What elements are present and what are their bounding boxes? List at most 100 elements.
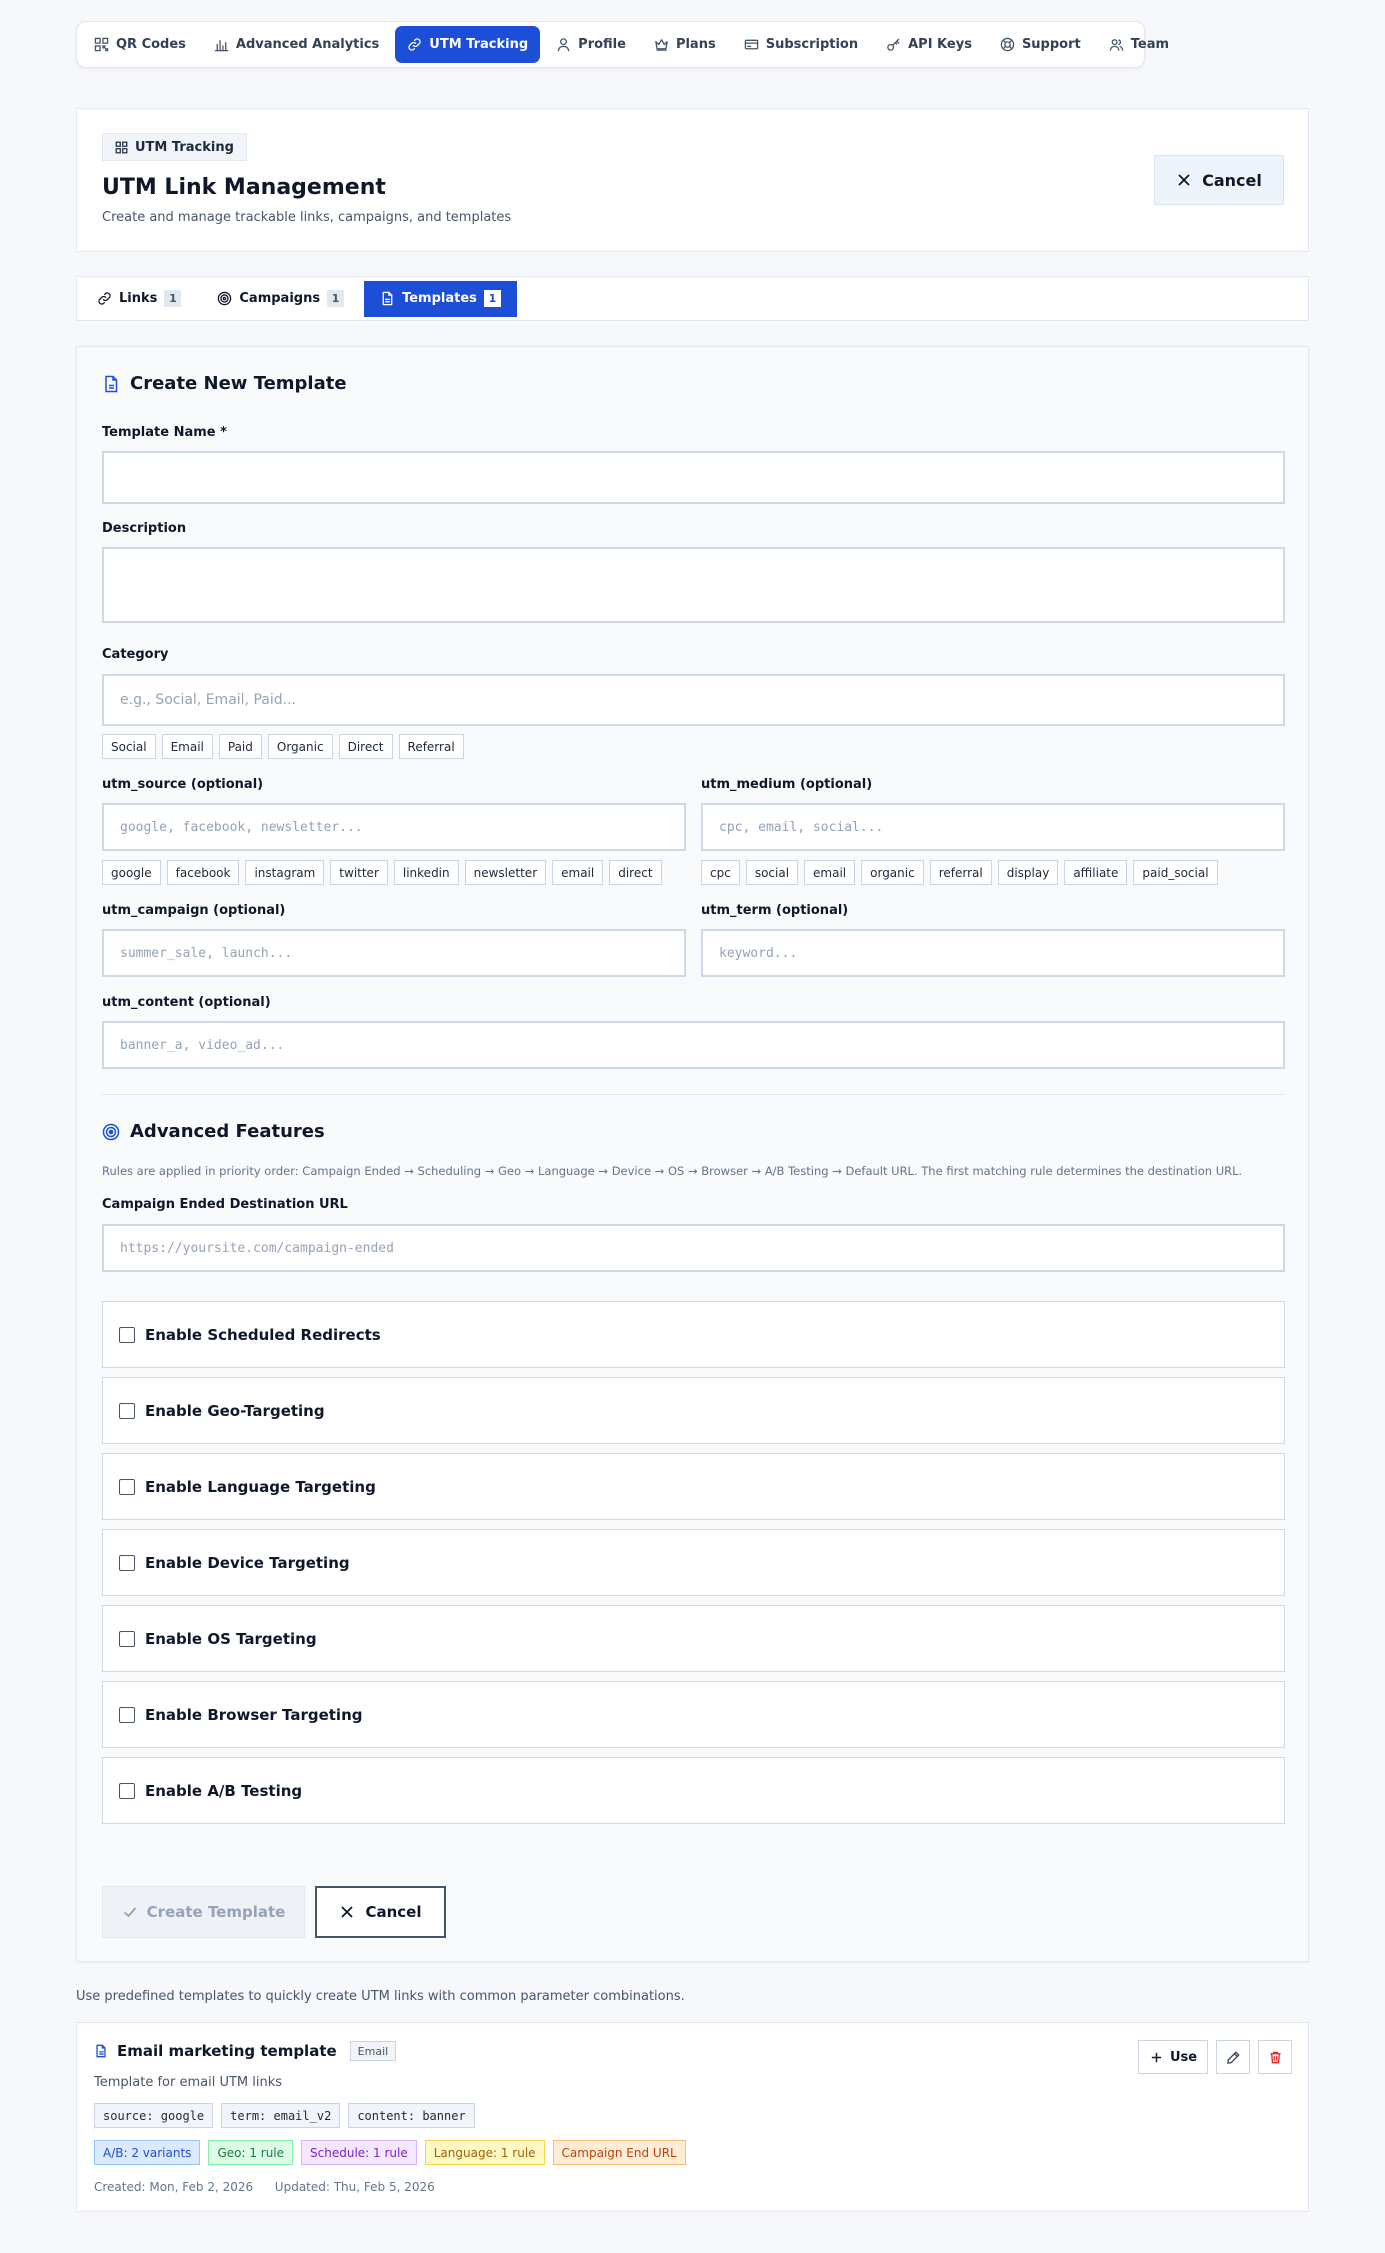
nav-utm-tracking[interactable]: UTM Tracking [395,26,541,63]
rule-badge: Campaign End URL [552,2140,686,2165]
utm-source-option-instagram[interactable]: instagram [245,860,325,885]
feature-label: Enable Scheduled Redirects [145,1325,381,1344]
nav-label: Profile [578,37,626,52]
bar-chart-icon [214,40,229,52]
nav-label: Advanced Analytics [235,37,380,52]
utm-source-option-twitter[interactable]: twitter [330,860,388,885]
nav-support[interactable]: Support [988,26,1093,63]
checkbox[interactable] [119,1402,135,1419]
utm-source-option-google[interactable]: google [102,860,161,885]
category-option-Social[interactable]: Social [102,734,156,759]
create-template-button[interactable]: Create Template [102,1886,305,1938]
tab-label: Templates [402,291,477,306]
templates-info-text: Use predefined templates to quickly crea… [76,1989,685,2004]
section-chip: UTM Tracking [102,133,247,161]
checkbox[interactable] [119,1478,135,1495]
category-option-Direct[interactable]: Direct [338,734,393,759]
description-textarea[interactable] [102,547,1285,623]
utm-medium-option-organic[interactable]: organic [861,860,924,885]
campaign-ended-url-input[interactable]: https://yoursite.com/campaign-ended [102,1224,1285,1272]
utm-medium-option-email[interactable]: email [804,860,856,885]
nav-advanced-analytics[interactable]: Advanced Analytics [202,26,391,63]
feature-toggle-2[interactable]: Enable Language Targeting [102,1453,1285,1520]
nav-api-keys[interactable]: API Keys [874,26,984,63]
utm-medium-option-social[interactable]: social [745,860,799,885]
feature-toggle-4[interactable]: Enable OS Targeting [102,1605,1285,1672]
target-icon [102,1123,120,1140]
template-dates: Created: Mon, Feb 2, 2026 Updated: Thu, … [94,2180,435,2194]
delete-template-button[interactable] [1258,2040,1292,2074]
template-name-input[interactable] [102,451,1285,504]
use-template-label: Use [1169,2049,1198,2065]
checkbox[interactable] [119,1326,135,1343]
utm-medium-option-paid_social[interactable]: paid_social [1133,860,1218,885]
feature-label: Enable Language Targeting [145,1477,376,1496]
utm-source-option-email[interactable]: email [552,860,604,885]
rules-priority-note: Rules are applied in priority order: Cam… [102,1164,1243,1178]
utm-source-option-linkedin[interactable]: linkedin [393,860,459,885]
template-card: Email marketing template Email Template … [76,2022,1309,2212]
utm-medium-option-display[interactable]: display [997,860,1059,885]
utm-medium-input[interactable]: cpc, email, social... [701,803,1285,851]
form-cancel-button[interactable]: Cancel [315,1886,446,1938]
checkbox[interactable] [119,1782,135,1799]
tab-label: Links [119,291,158,306]
utm-campaign-input[interactable]: summer_sale, launch... [102,929,686,977]
feature-toggle-3[interactable]: Enable Device Targeting [102,1529,1285,1596]
nav-team[interactable]: Team [1097,26,1181,63]
tab-label: Campaigns [239,291,321,306]
use-template-button[interactable]: Use [1138,2040,1208,2074]
nav-plans[interactable]: Plans [642,26,728,63]
utm-source-input[interactable]: google, facebook, newsletter... [102,803,686,851]
crown-icon [655,39,668,51]
nav-label: QR Codes [116,37,186,52]
utm-medium-option-cpc[interactable]: cpc [701,860,740,885]
nav-label: Plans [675,37,716,52]
top-nav: QR Codes Advanced Analytics UTM Tracking Pr… [76,21,1169,68]
category-option-Paid[interactable]: Paid [218,734,262,759]
utm-source-option-facebook[interactable]: facebook [166,860,240,885]
utm-medium-suggestions: cpc social email organic referral display affi… [701,860,1218,885]
checkbox[interactable] [119,1554,135,1571]
utm-source-option-newsletter[interactable]: newsletter [464,860,547,885]
tab-links[interactable]: Links 1 [81,281,197,317]
nav-subscription[interactable]: Subscription [732,26,870,63]
feature-toggle-0[interactable]: Enable Scheduled Redirects [102,1301,1285,1368]
edit-template-button[interactable] [1216,2040,1250,2074]
utm-source-option-direct[interactable]: direct [609,860,662,885]
qr-code-icon [115,141,128,153]
feature-toggle-6[interactable]: Enable A/B Testing [102,1757,1285,1824]
feature-label: Enable Device Targeting [145,1553,350,1572]
header-cancel-label: Cancel [1202,170,1262,190]
header-cancel-button[interactable]: Cancel [1154,155,1284,205]
template-description: Template for email UTM links [94,2075,283,2090]
checkbox[interactable] [119,1630,135,1647]
form-cancel-label: Cancel [365,1903,422,1921]
users-icon [1109,39,1123,51]
credit-card-icon [744,39,758,50]
utm-content-input[interactable]: banner_a, video_ad... [102,1021,1285,1069]
template-param-chip: content: banner [348,2103,475,2128]
template-name-label: Template Name * [102,425,227,440]
nav-label: UTM Tracking [429,37,529,52]
category-option-Referral[interactable]: Referral [398,734,464,759]
tab-templates[interactable]: Templates 1 [364,280,517,317]
category-option-Organic[interactable]: Organic [267,734,333,759]
nav-profile[interactable]: Profile [544,26,638,63]
utm-term-input[interactable]: keyword... [701,929,1285,977]
category-input[interactable]: e.g., Social, Email, Paid... [102,674,1285,726]
nav-label: Support [1021,37,1081,52]
tab-campaigns[interactable]: Campaigns 1 [201,281,360,317]
tab-count-badge: 1 [164,290,182,307]
utm-medium-option-affiliate[interactable]: affiliate [1064,860,1128,885]
advanced-features-label: Advanced Features [130,1121,325,1142]
category-option-Email[interactable]: Email [161,734,213,759]
feature-toggle-1[interactable]: Enable Geo-Targeting [102,1377,1285,1444]
feature-toggle-5[interactable]: Enable Browser Targeting [102,1681,1285,1748]
rule-badge: Language: 1 rule [424,2140,545,2165]
checkbox[interactable] [119,1706,135,1723]
nav-qr-codes[interactable]: QR Codes [82,26,198,63]
utm-medium-option-referral[interactable]: referral [929,860,992,885]
utm-content-label: utm_content (optional) [102,995,271,1010]
create-template-label: Create Template [146,1903,286,1921]
